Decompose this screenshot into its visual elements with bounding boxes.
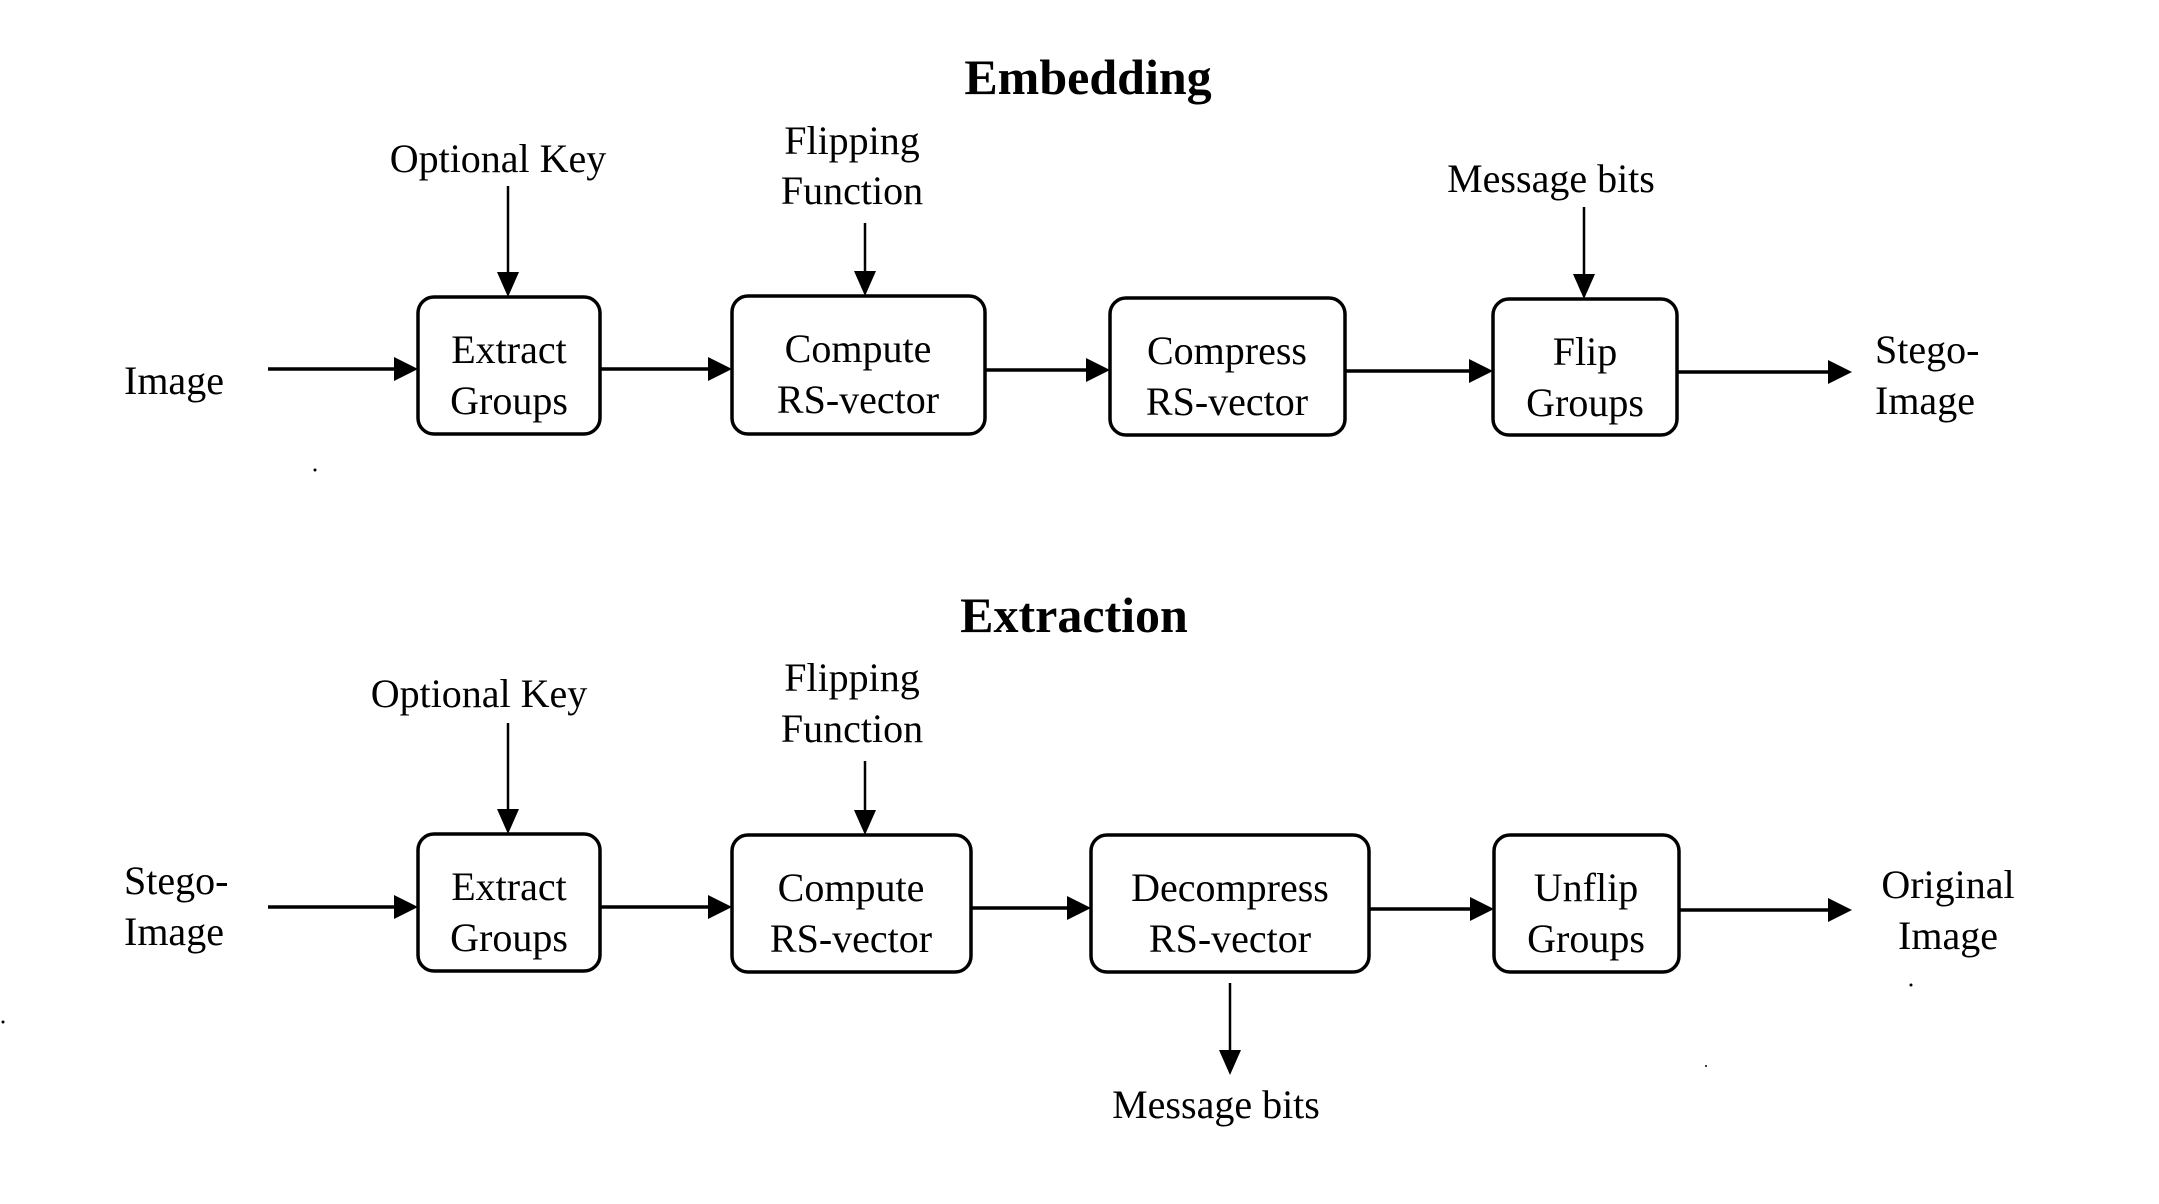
extraction-side-arrow-optional-key <box>497 723 519 834</box>
box-label-line: Compute <box>785 326 932 371</box>
box-label-line: Compress <box>1147 328 1307 373</box>
arrowhead-icon <box>1828 360 1852 384</box>
embedding-input-label: Image <box>124 358 224 403</box>
arrowhead-icon <box>1067 896 1091 920</box>
box-label-line: Extract <box>451 864 567 909</box>
extraction-side-output-message-bits: Message bits <box>1112 1082 1320 1127</box>
extraction-flow-arrow <box>268 895 418 919</box>
box-label-line: Unflip <box>1534 865 1638 910</box>
box-label-line: Groups <box>1526 380 1644 425</box>
arrowhead-icon <box>708 357 732 381</box>
embedding-flow-arrow <box>268 357 418 381</box>
box-label-line: RS-vector <box>770 916 932 961</box>
arrowhead-icon <box>1573 274 1595 299</box>
embedding-output-label: Image <box>1875 378 1975 423</box>
arrowhead-icon <box>497 272 519 297</box>
box-label-line: RS-vector <box>777 377 939 422</box>
arrowhead-icon <box>708 895 732 919</box>
embedding-side-input-flipping-function: Function <box>781 168 923 213</box>
embedding-side-input-flipping-function: Flipping <box>784 118 920 163</box>
arrowhead-icon <box>854 810 876 835</box>
embedding-box-extract-groups: Extract Groups <box>416 295 602 436</box>
scan-speck <box>313 468 317 472</box>
embedding-side-arrow-flipping-function <box>854 223 876 296</box>
extraction-box-unflip-groups: Unflip Groups <box>1492 833 1681 974</box>
box-label-line: Decompress <box>1131 865 1329 910</box>
embedding-side-input-optional-key: Optional Key <box>390 136 607 181</box>
arrowhead-icon <box>394 895 418 919</box>
box-label-line: Groups <box>1527 916 1645 961</box>
extraction-output-label: Image <box>1898 913 1998 958</box>
arrowhead-icon <box>1469 359 1493 383</box>
embedding-output-label: Stego- <box>1875 327 1979 372</box>
extraction-input-label: Image <box>124 909 224 954</box>
embedding-side-arrow-message-bits <box>1573 207 1595 299</box>
embedding-box-flip-groups: Flip Groups <box>1491 297 1679 437</box>
extraction-side-arrow-flipping-function <box>854 761 876 835</box>
scan-speck <box>1705 1065 1707 1067</box>
embedding-side-input-message-bits: Message bits <box>1447 156 1655 201</box>
extraction-flow-arrow <box>971 896 1091 920</box>
embedding-flow-arrow <box>600 357 732 381</box>
embedding-section: Embedding Image Extract Groups Compute R… <box>124 49 1979 437</box>
embedding-side-arrow-optional-key <box>497 186 519 297</box>
embedding-flow-arrow <box>985 358 1110 382</box>
embedding-title: Embedding <box>964 49 1211 105</box>
arrowhead-icon <box>1219 1050 1241 1075</box>
embedding-box-compress-rs-vector: Compress RS-vector <box>1108 296 1347 437</box>
embedding-flow-arrow <box>1677 360 1852 384</box>
arrowhead-icon <box>1828 898 1852 922</box>
arrowhead-icon <box>394 357 418 381</box>
extraction-flow-arrow <box>1369 897 1494 921</box>
arrowhead-icon <box>1470 897 1494 921</box>
arrowhead-icon <box>497 809 519 834</box>
extraction-section: Extraction Stego- Image Extract Groups C… <box>124 587 2015 1127</box>
extraction-flow-arrow <box>600 895 732 919</box>
arrowhead-icon <box>854 271 876 296</box>
extraction-box-compute-rs-vector: Compute RS-vector <box>730 833 973 974</box>
box-label-line: Extract <box>451 327 567 372</box>
extraction-side-input-flipping-function: Flipping <box>784 655 920 700</box>
extraction-output-label: Original <box>1881 862 2014 907</box>
extraction-side-input-flipping-function: Function <box>781 706 923 751</box>
box-label-line: RS-vector <box>1149 916 1311 961</box>
box-label-line: Groups <box>450 378 568 423</box>
box-label-line: Flip <box>1553 329 1617 374</box>
box-label-line: RS-vector <box>1146 379 1308 424</box>
box-label-line: Compute <box>778 865 925 910</box>
embedding-flow-arrow <box>1345 359 1493 383</box>
extraction-side-input-optional-key: Optional Key <box>371 671 588 716</box>
extraction-input-label: Stego- <box>124 858 228 903</box>
scan-speck <box>1 1020 5 1024</box>
scan-speck <box>1909 983 1913 987</box>
arrowhead-icon <box>1086 358 1110 382</box>
steganography-flow-diagram: Embedding Image Extract Groups Compute R… <box>1 49 2015 1127</box>
extraction-box-extract-groups: Extract Groups <box>416 832 602 973</box>
extraction-title: Extraction <box>960 587 1188 643</box>
embedding-box-compute-rs-vector: Compute RS-vector <box>730 294 987 436</box>
box-label-line: Groups <box>450 915 568 960</box>
extraction-flow-arrow <box>1679 898 1852 922</box>
extraction-box-decompress-rs-vector: Decompress RS-vector <box>1089 833 1371 974</box>
extraction-side-arrow-message-bits <box>1219 983 1241 1075</box>
